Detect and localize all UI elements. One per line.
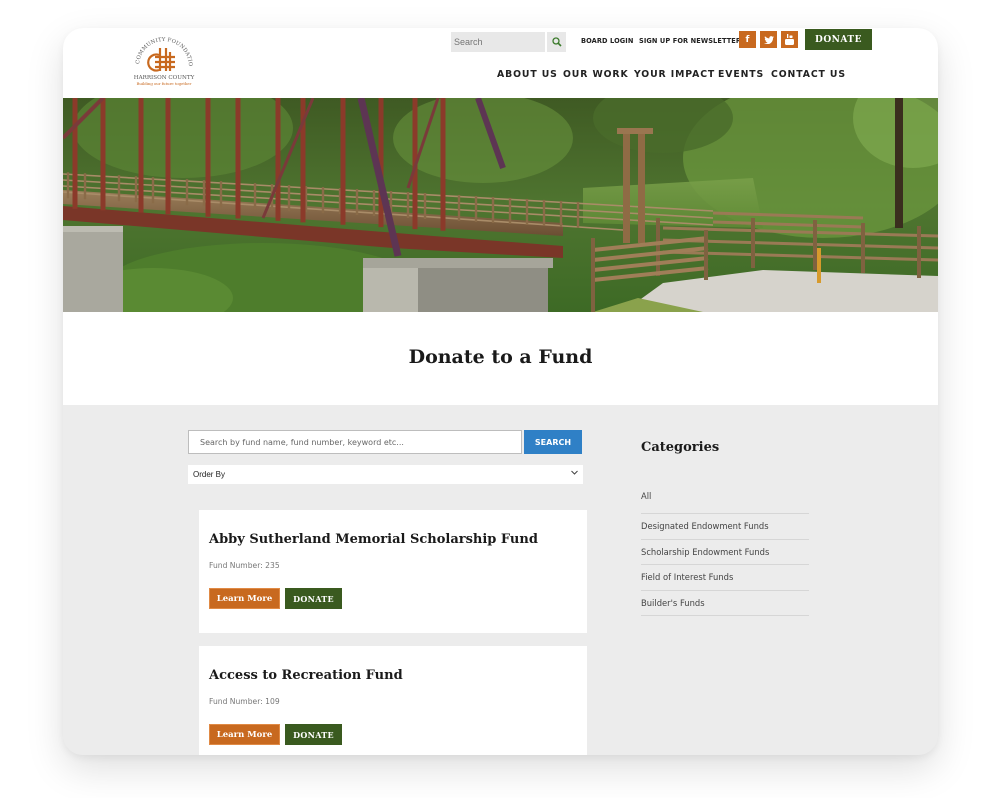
fund-search-button[interactable]: SEARCH <box>524 430 582 454</box>
header-search-button[interactable] <box>547 32 566 52</box>
fund-search-input[interactable] <box>188 430 522 454</box>
nav-your-impact[interactable]: YOUR IMPACT <box>634 69 715 80</box>
logo[interactable]: COMMUNITY FOUNDATION HARRISON COUNTY Bui… <box>131 32 195 88</box>
chevron-down-icon <box>571 470 578 475</box>
category-builders-funds[interactable]: Builder's Funds <box>641 591 809 616</box>
search-icon <box>551 37 562 47</box>
facebook-icon: f <box>745 34 750 45</box>
header-search-input[interactable] <box>451 32 545 52</box>
site-header: COMMUNITY FOUNDATION HARRISON COUNTY Bui… <box>63 28 938 98</box>
category-field-of-interest[interactable]: Field of Interest Funds <box>641 565 809 591</box>
fund-name[interactable]: Abby Sutherland Memorial Scholarship Fun… <box>209 532 538 547</box>
newsletter-signup-link[interactable]: SIGN UP FOR NEWSLETTER <box>639 37 741 45</box>
donate-button[interactable]: DONATE <box>285 724 342 745</box>
browser-frame: COMMUNITY FOUNDATION HARRISON COUNTY Bui… <box>63 28 938 755</box>
fund-listing-section: SEARCH Order By Abby Sutherland Memorial… <box>63 405 938 755</box>
category-designated-endowment[interactable]: Designated Endowment Funds <box>641 514 809 540</box>
fund-number: Fund Number: 235 <box>209 561 280 570</box>
nav-our-work[interactable]: OUR WORK <box>563 69 629 80</box>
board-login-link[interactable]: BOARD LOGIN <box>581 37 633 45</box>
categories-heading: Categories <box>641 440 720 455</box>
page-title: Donate to a Fund <box>408 345 593 368</box>
order-by-select[interactable]: Order By <box>188 465 583 484</box>
facebook-button[interactable]: f <box>739 31 756 48</box>
fund-number: Fund Number: 109 <box>209 697 280 706</box>
learn-more-button[interactable]: Learn More <box>209 724 280 745</box>
category-scholarship-endowment[interactable]: Scholarship Endowment Funds <box>641 540 809 565</box>
fund-card: Access to Recreation Fund Fund Number: 1… <box>199 646 587 755</box>
nav-about-us[interactable]: ABOUT US <box>497 69 558 80</box>
nav-contact-us[interactable]: CONTACT US <box>771 69 846 80</box>
order-by-value: Order By <box>193 470 226 479</box>
title-band: Donate to a Fund <box>63 312 938 405</box>
bridge-photo <box>63 98 938 312</box>
donate-button[interactable]: DONATE <box>285 588 342 609</box>
community-foundation-logo-icon: COMMUNITY FOUNDATION HARRISON COUNTY Bui… <box>131 32 195 86</box>
nav-events[interactable]: EVENTS <box>718 69 764 80</box>
youtube-icon <box>785 34 794 45</box>
svg-text:Building our future together: Building our future together <box>137 81 192 86</box>
twitter-button[interactable] <box>760 31 777 48</box>
learn-more-button[interactable]: Learn More <box>209 588 280 609</box>
fund-name[interactable]: Access to Recreation Fund <box>209 668 403 683</box>
header-donate-button[interactable]: DONATE <box>805 29 872 50</box>
twitter-icon <box>763 35 774 44</box>
youtube-button[interactable] <box>781 31 798 48</box>
category-all[interactable]: All <box>641 491 809 514</box>
categories-list: All Designated Endowment Funds Scholarsh… <box>641 491 809 616</box>
fund-card: Abby Sutherland Memorial Scholarship Fun… <box>199 510 587 633</box>
hero-image <box>63 98 938 312</box>
